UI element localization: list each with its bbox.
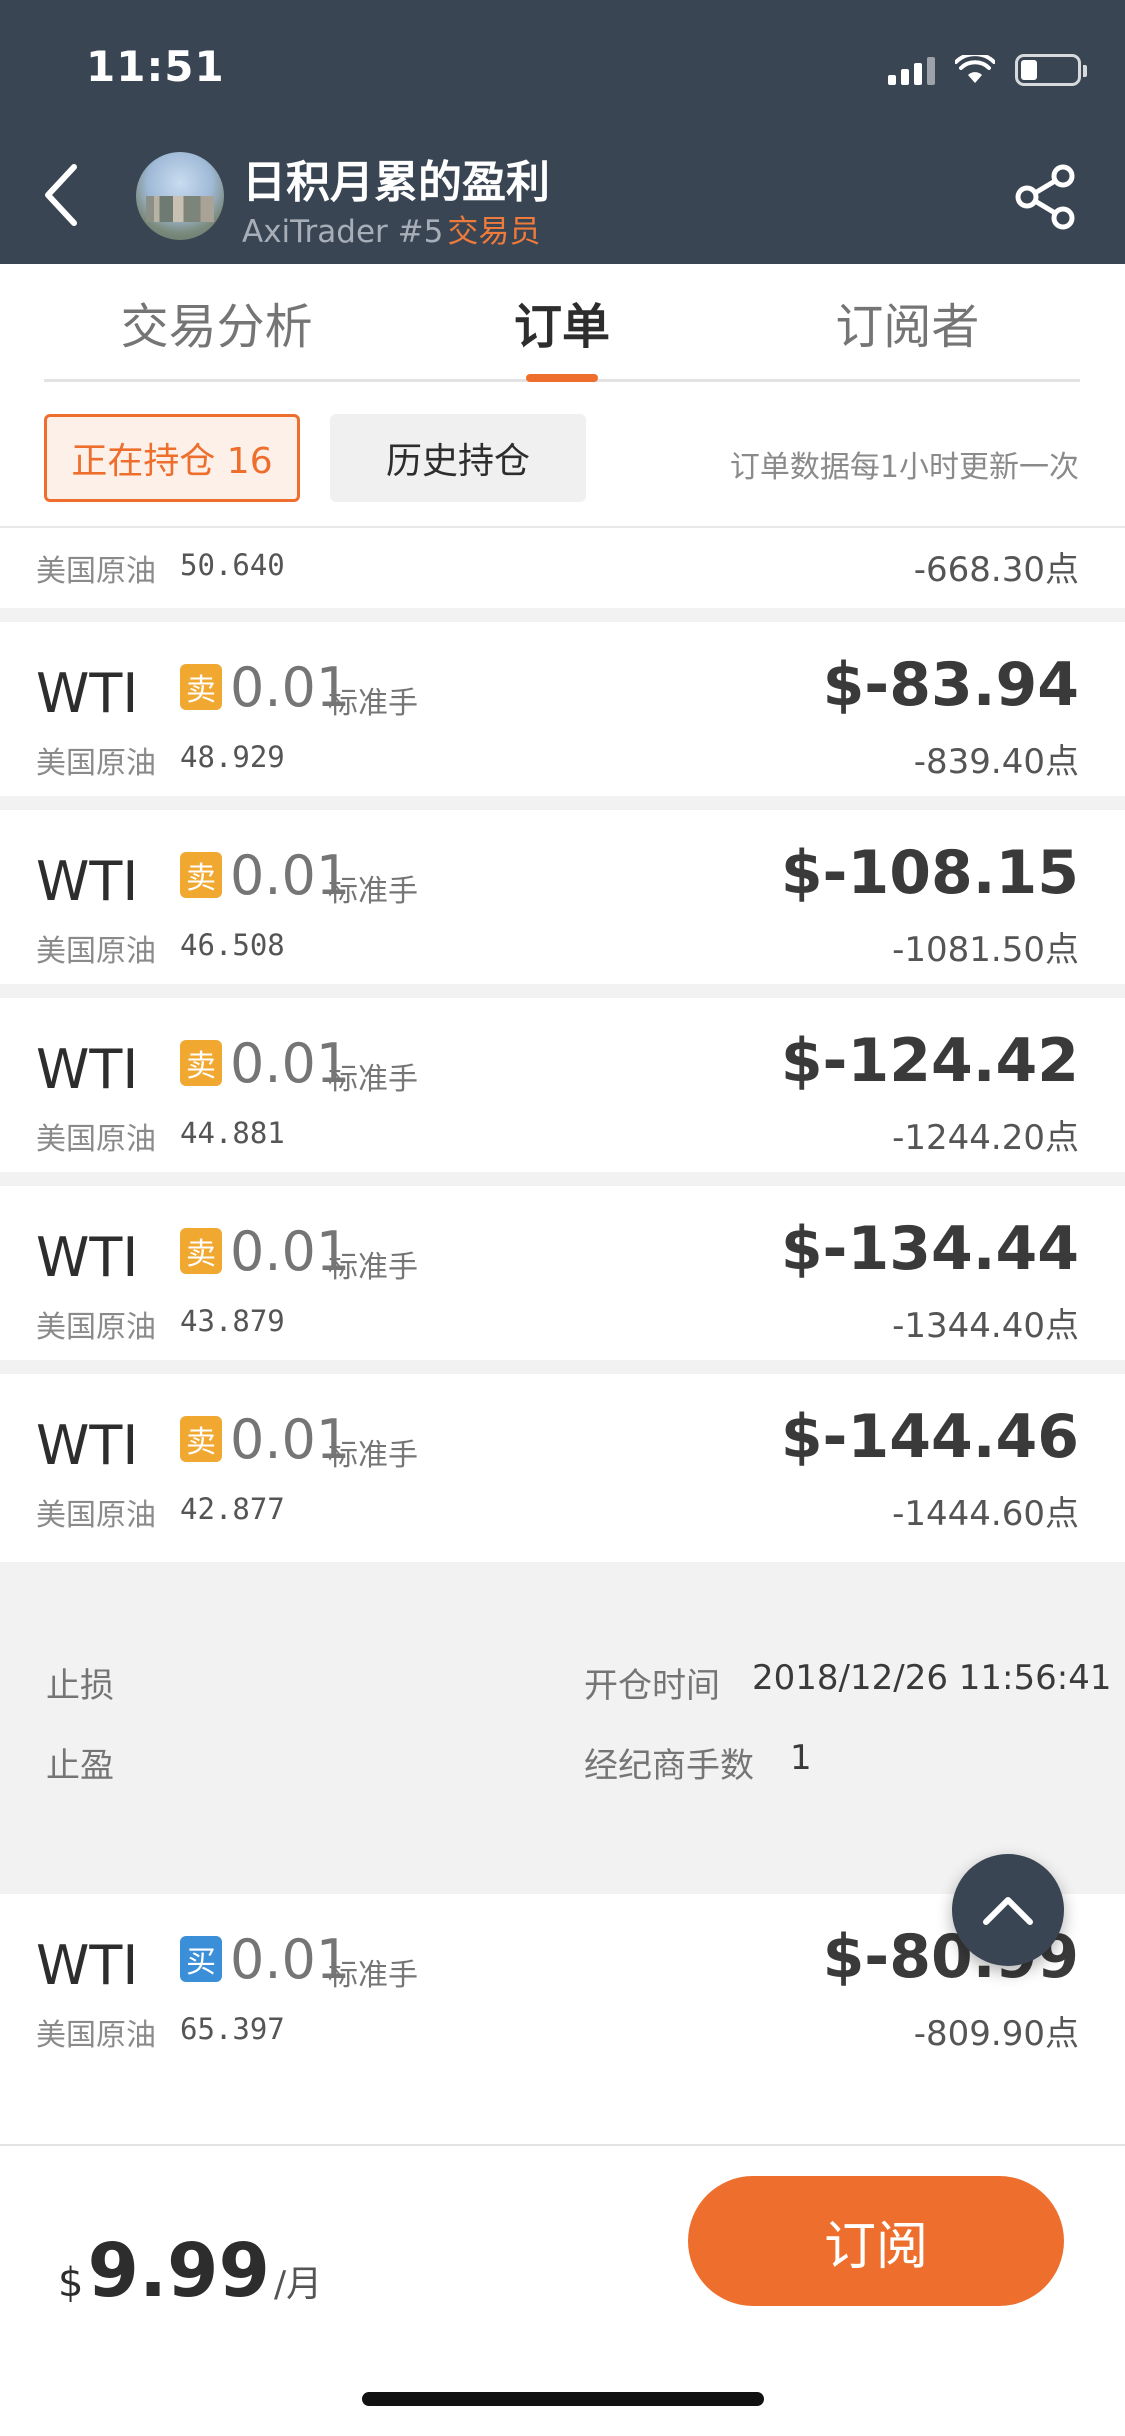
trader-avatar[interactable]: [136, 152, 224, 240]
pnl-points: -839.40点: [913, 742, 1079, 782]
sell-badge: 卖: [180, 664, 222, 710]
order-list: 美国原油 50.640 -668.30点 WTI 卖 0.01 标准手 美国原油…: [0, 530, 1125, 2082]
lot-unit: 标准手: [328, 874, 418, 909]
trader-subtitle: AxiTrader #5 交易员: [242, 206, 540, 251]
symbol: WTI: [36, 662, 139, 725]
lot-unit: 标准手: [328, 1250, 418, 1285]
pnl-points: -1244.20点: [892, 1118, 1079, 1158]
position-filter-row: 正在持仓 16 历史持仓 订单数据每1小时更新一次: [0, 382, 1125, 528]
order-detail-panel: 止损 止盈 开仓时间 2018/12/26 11:56:41 经纪商手数 1: [0, 1562, 1125, 1894]
buy-badge: 买: [180, 1936, 222, 1982]
pnl-amount: $-144.46: [780, 1402, 1079, 1472]
order-row[interactable]: 美国原油 50.640 -668.30点: [0, 530, 1125, 622]
asset-name: 美国原油: [36, 1310, 156, 1345]
chevron-left-icon: [45, 164, 77, 226]
open-price: 43.879: [180, 1304, 285, 1338]
broker-lots-label: 经纪商手数: [584, 1746, 754, 1786]
chevron-up-icon: [983, 1897, 1033, 1925]
symbol: WTI: [36, 850, 139, 913]
pnl-amount: $-108.15: [780, 838, 1079, 908]
order-row[interactable]: WTI 卖 0.01 标准手 美国原油 44.881 $-124.42 -124…: [0, 998, 1125, 1186]
trader-name: 日积月累的盈利: [242, 157, 550, 208]
status-icons: [888, 50, 1087, 90]
asset-name: 美国原油: [36, 746, 156, 781]
asset-name: 美国原油: [36, 1498, 156, 1533]
asset-name: 美国原油: [36, 2018, 156, 2053]
back-button[interactable]: [30, 160, 90, 230]
subscribe-button[interactable]: 订阅: [688, 2176, 1064, 2306]
trader-role: 交易员: [447, 214, 541, 250]
tab-label: 订单: [513, 298, 610, 355]
lot-unit: 标准手: [328, 1958, 418, 1993]
scroll-top-button[interactable]: [952, 1854, 1064, 1966]
order-row[interactable]: WTI 卖 0.01 标准手 美国原油 42.877 $-144.46 -144…: [0, 1374, 1125, 1562]
pnl-points: -1081.50点: [892, 930, 1079, 970]
open-positions-button[interactable]: 正在持仓 16: [44, 414, 300, 502]
open-price: 46.508: [180, 928, 285, 962]
lot-unit: 标准手: [328, 1438, 418, 1473]
pnl-amount: $-124.42: [780, 1026, 1079, 1096]
status-time: 11:51: [86, 42, 225, 91]
asset-name: 美国原油: [36, 554, 156, 589]
pnl-points: -809.90点: [913, 2014, 1079, 2054]
update-note: 订单数据每1小时更新一次: [729, 450, 1079, 485]
open-price: 44.881: [180, 1116, 285, 1150]
tab-subscribers[interactable]: 订阅者: [735, 264, 1080, 379]
order-row[interactable]: WTI 卖 0.01 标准手 美国原油 43.879 $-134.44 -134…: [0, 1186, 1125, 1374]
subscription-price: $ 9.99 /月: [58, 2228, 322, 2314]
sell-badge: 卖: [180, 852, 222, 898]
open-price: 48.929: [180, 740, 285, 774]
symbol: WTI: [36, 1038, 139, 1101]
sell-badge: 卖: [180, 1416, 222, 1462]
pnl-amount: $-83.94: [822, 650, 1079, 720]
price-period: /月: [274, 2264, 323, 2305]
symbol: WTI: [36, 1226, 139, 1289]
sell-badge: 卖: [180, 1040, 222, 1086]
trader-account: AxiTrader #5: [242, 214, 444, 250]
cellular-signal-icon: [888, 55, 935, 85]
price-amount: 9.99: [87, 2228, 271, 2314]
lot-unit: 标准手: [328, 686, 418, 721]
order-row[interactable]: WTI 卖 0.01 标准手 美国原油 48.929 $-83.94 -839.…: [0, 622, 1125, 810]
sell-badge: 卖: [180, 1228, 222, 1274]
asset-name: 美国原油: [36, 934, 156, 969]
open-time-value: 2018/12/26 11:56:41: [752, 1658, 1112, 1698]
battery-icon: [1015, 54, 1087, 86]
active-tab-indicator: [525, 374, 598, 382]
tab-analysis[interactable]: 交易分析: [44, 264, 389, 379]
pnl-amount: $-134.44: [780, 1214, 1079, 1284]
app-header: 11:51 日积月累的盈利 AxiTrader #5 交易员: [0, 0, 1125, 264]
pnl-points: -1444.60点: [892, 1494, 1079, 1534]
tab-label: 交易分析: [120, 298, 313, 355]
order-row[interactable]: WTI 卖 0.01 标准手 美国原油 46.508 $-108.15 -108…: [0, 810, 1125, 998]
share-icon: [1015, 164, 1075, 230]
take-profit-label: 止盈: [46, 1746, 114, 1786]
tab-orders[interactable]: 订单: [389, 264, 734, 382]
home-indicator[interactable]: [362, 2392, 764, 2406]
stop-loss-label: 止损: [46, 1666, 114, 1706]
open-price: 50.640: [180, 548, 285, 582]
asset-name: 美国原油: [36, 1122, 156, 1157]
pnl-points: -1344.40点: [892, 1306, 1079, 1346]
price-currency: $: [58, 2260, 84, 2306]
history-positions-button[interactable]: 历史持仓: [330, 414, 586, 502]
tab-label: 订阅者: [835, 298, 980, 355]
symbol: WTI: [36, 1934, 139, 1997]
tab-bar: 交易分析 订单 订阅者: [44, 264, 1080, 382]
lot-unit: 标准手: [328, 1062, 418, 1097]
symbol: WTI: [36, 1414, 139, 1477]
open-time-label: 开仓时间: [584, 1666, 720, 1706]
open-price: 42.877: [180, 1492, 285, 1526]
broker-lots-value: 1: [790, 1738, 812, 1778]
open-price: 65.397: [180, 2012, 285, 2046]
pnl-points: -668.30点: [913, 550, 1079, 590]
wifi-icon: [955, 55, 995, 83]
share-button[interactable]: [1011, 162, 1081, 232]
